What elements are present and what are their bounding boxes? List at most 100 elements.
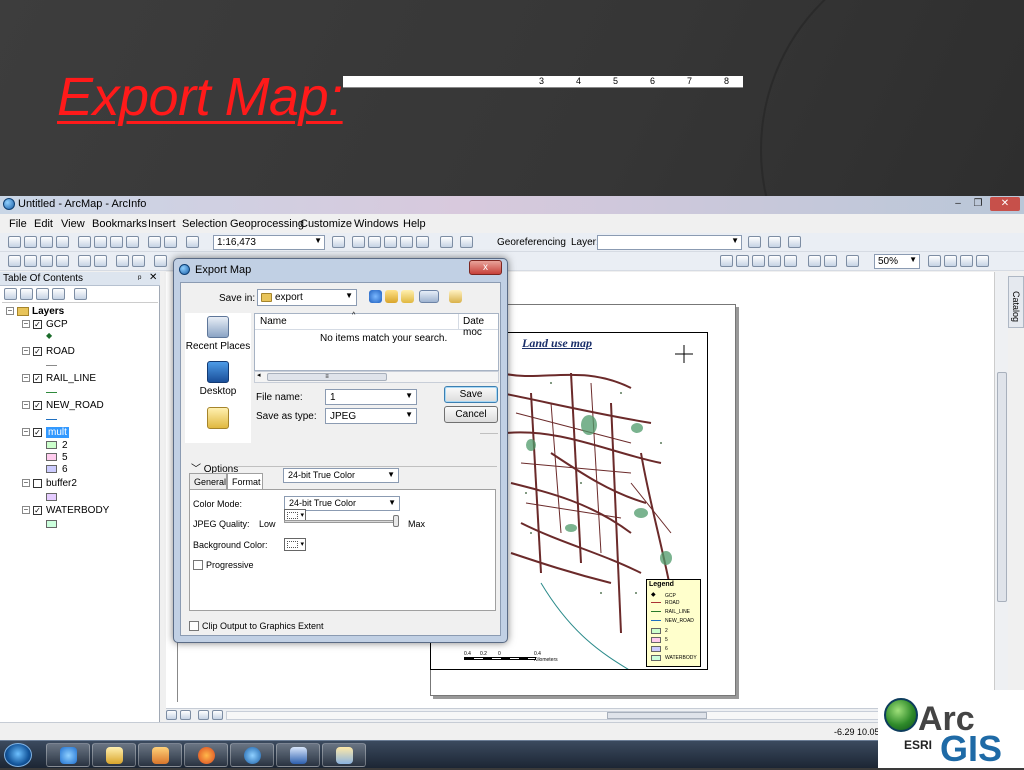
python-window-icon[interactable] [416,236,429,248]
menu-bookmarks[interactable]: Bookmarks [92,218,147,230]
arctoolbox-icon[interactable] [400,236,413,248]
model-builder-icon[interactable] [440,236,453,248]
layer-visibility-checkbox[interactable]: ✓ [33,346,42,356]
tab-format[interactable]: Format [227,473,263,490]
whats-this-icon[interactable] [460,236,473,248]
focus-data-frame-icon[interactable] [928,255,941,267]
change-layout-icon[interactable] [944,255,957,267]
dialog-close-button[interactable]: x [469,260,502,275]
zoom-out-icon[interactable] [24,255,37,267]
start-button[interactable] [4,743,32,767]
layer-visibility-checkbox[interactable] [33,478,42,488]
taskbar-ie[interactable] [46,743,90,767]
layer-road[interactable]: – ✓ ROAD [22,346,75,357]
toc-window-icon[interactable] [352,236,365,248]
refresh-icon[interactable] [198,710,209,720]
file-list[interactable]: Name ^ Date moc No items match your sear… [254,312,499,371]
taskbar-paint[interactable] [322,743,366,767]
file-list-scrollbar[interactable]: ◂ ≡ [254,371,499,383]
catalog-tab[interactable]: Catalog [1008,276,1024,328]
rail-symbol[interactable] [46,387,62,398]
class-item[interactable]: 5 [46,452,68,463]
fixed-zoom-layout-icon[interactable] [808,255,821,267]
list-by-drawing-order-icon[interactable] [4,288,17,300]
layer-visibility-checkbox[interactable]: ✓ [33,505,42,515]
cut-icon[interactable] [78,236,91,248]
progressive-checkbox[interactable] [193,560,203,570]
taskbar-word[interactable] [276,743,320,767]
menu-help[interactable]: Help [403,218,426,230]
rotate-icon[interactable] [748,236,761,248]
undo-icon[interactable] [148,236,161,248]
menu-customize[interactable]: Customize [300,218,352,230]
layer-gcp[interactable]: – ✓ GCP [22,319,68,330]
georeferencing-label[interactable]: Georeferencing [497,237,566,248]
layer-buffer2[interactable]: – buffer2 [22,478,77,489]
editor-toolbar-icon[interactable] [332,236,345,248]
menu-geoprocessing[interactable]: Geoprocessing [230,218,304,230]
layout-100-icon[interactable] [784,255,797,267]
scroll-left-icon[interactable]: ◂ [257,371,261,379]
list-by-source-icon[interactable] [20,288,33,300]
column-date-modified[interactable]: Date moc [458,314,498,338]
new-road-symbol[interactable] [46,414,62,425]
layout-zoom-combo[interactable]: 50% ▼ [874,254,920,269]
menu-view[interactable]: View [61,218,85,230]
cancel-button[interactable]: Cancel [444,406,498,423]
print-icon[interactable] [56,236,69,248]
toc-options-icon[interactable] [74,288,87,300]
close-window-button[interactable]: ✕ [990,197,1020,211]
collapse-icon[interactable]: – [22,347,30,356]
scrollbar-thumb[interactable] [997,372,1007,602]
menu-edit[interactable]: Edit [34,218,53,230]
close-icon[interactable]: ✕ [149,272,157,283]
zoom-in-icon[interactable] [8,255,21,267]
road-symbol[interactable] [46,360,62,371]
back-icon[interactable] [116,255,129,267]
view-menu-icon[interactable] [419,290,439,303]
layer-visibility-checkbox[interactable]: ✓ [33,319,42,329]
data-view-icon[interactable] [166,710,177,720]
clip-output-checkbox[interactable] [189,621,199,631]
layout-zoom-in-icon[interactable] [720,255,733,267]
new-folder-icon[interactable] [401,290,414,303]
layer-new-road[interactable]: – ✓ NEW_ROAD [22,400,104,411]
waterbody-symbol[interactable] [46,519,62,530]
pin-icon[interactable]: ᵖ [138,273,141,283]
toggle-draft-mode-icon[interactable] [846,255,859,267]
collapse-icon[interactable]: – [6,307,14,316]
add-control-points-icon[interactable] [768,236,781,248]
open-icon[interactable] [24,236,37,248]
pan-icon[interactable] [40,255,53,267]
taskbar-firefox[interactable] [184,743,228,767]
search-window-icon[interactable] [384,236,397,248]
layout-pan-icon[interactable] [752,255,765,267]
class-item[interactable]: 2 [46,440,68,451]
layout-view-icon[interactable] [180,710,191,720]
place-desktop[interactable]: Desktop [185,361,251,397]
scrollbar-thumb[interactable] [607,712,707,719]
georef-layer-combo[interactable]: ▼ [597,235,742,250]
collapse-icon[interactable]: – [22,479,30,488]
minimize-button[interactable]: – [948,197,968,211]
collapse-icon[interactable]: – [22,320,30,329]
buffer-symbol[interactable] [46,492,62,503]
background-color-picker[interactable]: ▾ [284,538,306,551]
map-legend[interactable]: Legend ◆ GCP ROAD RAIL_LINE NEW_ROAD 2 5 … [646,579,701,667]
list-by-visibility-icon[interactable] [36,288,49,300]
taskbar-explorer[interactable] [92,743,136,767]
layers-root[interactable]: – Layers [6,306,64,317]
slider-knob[interactable] [393,515,399,527]
catalog-window-icon[interactable] [368,236,381,248]
layer-visibility-checkbox[interactable]: ✓ [33,400,42,410]
menu-file[interactable]: File [9,218,27,230]
collapse-icon[interactable]: – [22,428,30,437]
scale-combo[interactable]: 1:16,473 ▼ [213,235,325,250]
tab-general[interactable]: General [189,473,227,490]
save-as-type-select[interactable]: JPEG ▼ [325,408,417,424]
redo-icon[interactable] [164,236,177,248]
format-combo[interactable]: 24-bit True Color ▼ [283,468,399,483]
collapse-icon[interactable]: – [22,506,30,515]
pause-drawing-icon[interactable] [212,710,223,720]
add-data-icon[interactable] [186,236,199,248]
